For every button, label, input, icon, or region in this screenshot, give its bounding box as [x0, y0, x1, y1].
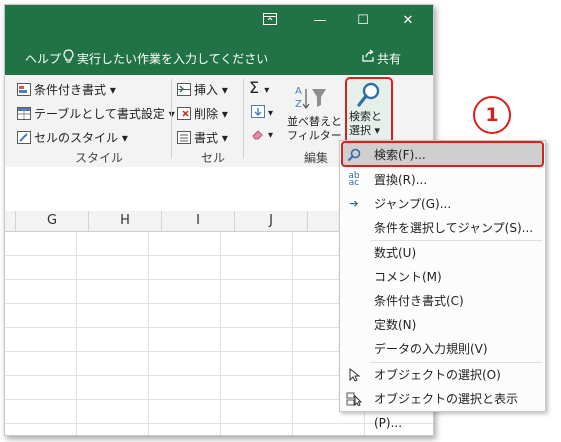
autosum-button[interactable]: Σ ▾	[249, 78, 269, 97]
insert-button[interactable]: 挿入 ▾	[177, 81, 228, 98]
format-as-table-label: テーブルとして書式設定	[34, 107, 165, 121]
fill-button[interactable]: ▾	[251, 105, 273, 119]
menu-item-formulas[interactable]: 数式(U)	[340, 241, 545, 265]
table-icon	[17, 107, 31, 120]
delete-button[interactable]: 削除 ▾	[177, 105, 228, 122]
menu-item-selection-pane-label: オブジェクトの選択と表示(P)...	[374, 392, 519, 430]
find-select-label-2: 選択	[349, 124, 371, 137]
replace-icon: ab ac	[348, 171, 360, 188]
pointer-icon	[346, 367, 362, 382]
menu-item-find-label: 検索(F)...	[374, 148, 426, 162]
column-header-h[interactable]: H	[89, 211, 162, 231]
tell-me-box[interactable]: 実行したい作業を入力してください	[77, 50, 268, 67]
cell-styles-button[interactable]: セルのスタイル ▾	[17, 129, 128, 146]
column-header-i[interactable]: I	[162, 211, 235, 231]
svg-text:Z: Z	[295, 99, 302, 110]
menu-item-select-objects[interactable]: オブジェクトの選択(O)	[340, 363, 545, 387]
sort-filter-icon: AZ	[295, 83, 329, 116]
sort-filter-label-2: フィルター	[287, 129, 342, 142]
find-select-menu: 検索(F)... abac 置換(R)... ➔ ジャンプ(G)... 条件を選…	[339, 140, 546, 430]
menu-item-select-objects-label: オブジェクトの選択(O)	[374, 368, 501, 382]
menu-item-conditional-formatting-label: 条件付き書式(C)	[374, 294, 464, 308]
cell-styles-label: セルのスタイル	[34, 131, 119, 145]
fill-down-icon	[251, 105, 265, 118]
divider	[243, 79, 244, 159]
menu-bar: ヘルプ 実行したい作業を入力してください 共有	[5, 39, 433, 75]
menu-item-constants[interactable]: 定数(N)	[340, 313, 545, 337]
menu-item-formulas-label: 数式(U)	[374, 246, 417, 260]
search-icon	[346, 148, 362, 162]
clear-button[interactable]: ▾	[251, 127, 273, 141]
menu-item-goto[interactable]: ➔ ジャンプ(G)...	[340, 192, 545, 216]
ribbon-display-icon[interactable]	[260, 13, 280, 30]
column-header-g[interactable]: G	[16, 211, 89, 231]
delete-icon	[177, 107, 191, 120]
format-icon	[177, 131, 191, 144]
menu-item-comments-label: コメント(M)	[374, 270, 442, 284]
styles-group-label: スタイル	[75, 151, 124, 165]
conditional-format-label: 条件付き書式	[34, 83, 107, 97]
title-bar: — ☐ ✕	[5, 5, 433, 39]
help-tab[interactable]: ヘルプ	[25, 50, 61, 67]
menu-item-selection-pane[interactable]: オブジェクトの選択と表示(P)...	[340, 387, 545, 430]
close-button[interactable]: ✕	[398, 13, 418, 29]
maximize-button[interactable]: ☐	[353, 13, 373, 29]
editing-group-label: 編集	[304, 151, 329, 165]
sort-filter-button[interactable]: 並べ替えと フィルター ▾	[287, 115, 351, 143]
column-header-partial[interactable]	[5, 211, 16, 231]
insert-icon	[177, 83, 191, 96]
find-select-label-1: 検索と	[349, 110, 382, 123]
step-badge: 1	[473, 96, 511, 134]
format-as-table-button[interactable]: テーブルとして書式設定 ▾	[17, 105, 175, 122]
menu-item-conditional-formatting[interactable]: 条件付き書式(C)	[340, 289, 545, 313]
minimize-button[interactable]: —	[310, 13, 330, 29]
menu-item-data-validation[interactable]: データの入力規則(V)	[340, 337, 545, 361]
menu-item-data-validation-label: データの入力規則(V)	[374, 342, 488, 356]
delete-label: 削除	[194, 107, 219, 121]
insert-label: 挿入	[194, 83, 219, 97]
menu-item-goto-special-label: 条件を選択してジャンプ(S)...	[374, 221, 534, 235]
conditional-format-button[interactable]: 条件付き書式 ▾	[17, 81, 116, 98]
menu-item-replace-label: 置換(R)...	[374, 173, 428, 187]
menu-item-constants-label: 定数(N)	[374, 318, 417, 332]
share-icon[interactable]	[361, 49, 375, 66]
selection-pane-icon	[346, 392, 363, 407]
conditional-format-icon	[17, 83, 31, 96]
arrow-right-icon: ➔	[349, 197, 359, 210]
sigma-icon: Σ	[249, 78, 260, 97]
menu-item-replace[interactable]: ab ac 置換(R)...	[340, 168, 545, 192]
column-header-j[interactable]: J	[235, 211, 308, 231]
svg-text:A: A	[295, 86, 302, 97]
menu-item-comments[interactable]: コメント(M)	[340, 265, 545, 289]
eraser-icon	[251, 127, 265, 140]
find-select-button[interactable]: 検索と 選択 ▾	[345, 77, 393, 147]
magnifier-icon	[357, 82, 381, 111]
divider	[171, 79, 172, 159]
lightbulb-icon	[63, 49, 74, 67]
format-button[interactable]: 書式 ▾	[177, 129, 228, 146]
format-label: 書式	[194, 131, 219, 145]
cell-styles-icon	[17, 131, 31, 144]
menu-item-goto-label: ジャンプ(G)...	[374, 197, 452, 211]
cells-group-label: セル	[201, 151, 226, 165]
sort-filter-label-1: 並べ替えと	[287, 115, 342, 128]
menu-item-find-hover[interactable]: 検索(F)...	[340, 143, 545, 167]
menu-item-goto-special[interactable]: 条件を選択してジャンプ(S)...	[340, 216, 545, 240]
share-button[interactable]: 共有	[377, 50, 401, 67]
